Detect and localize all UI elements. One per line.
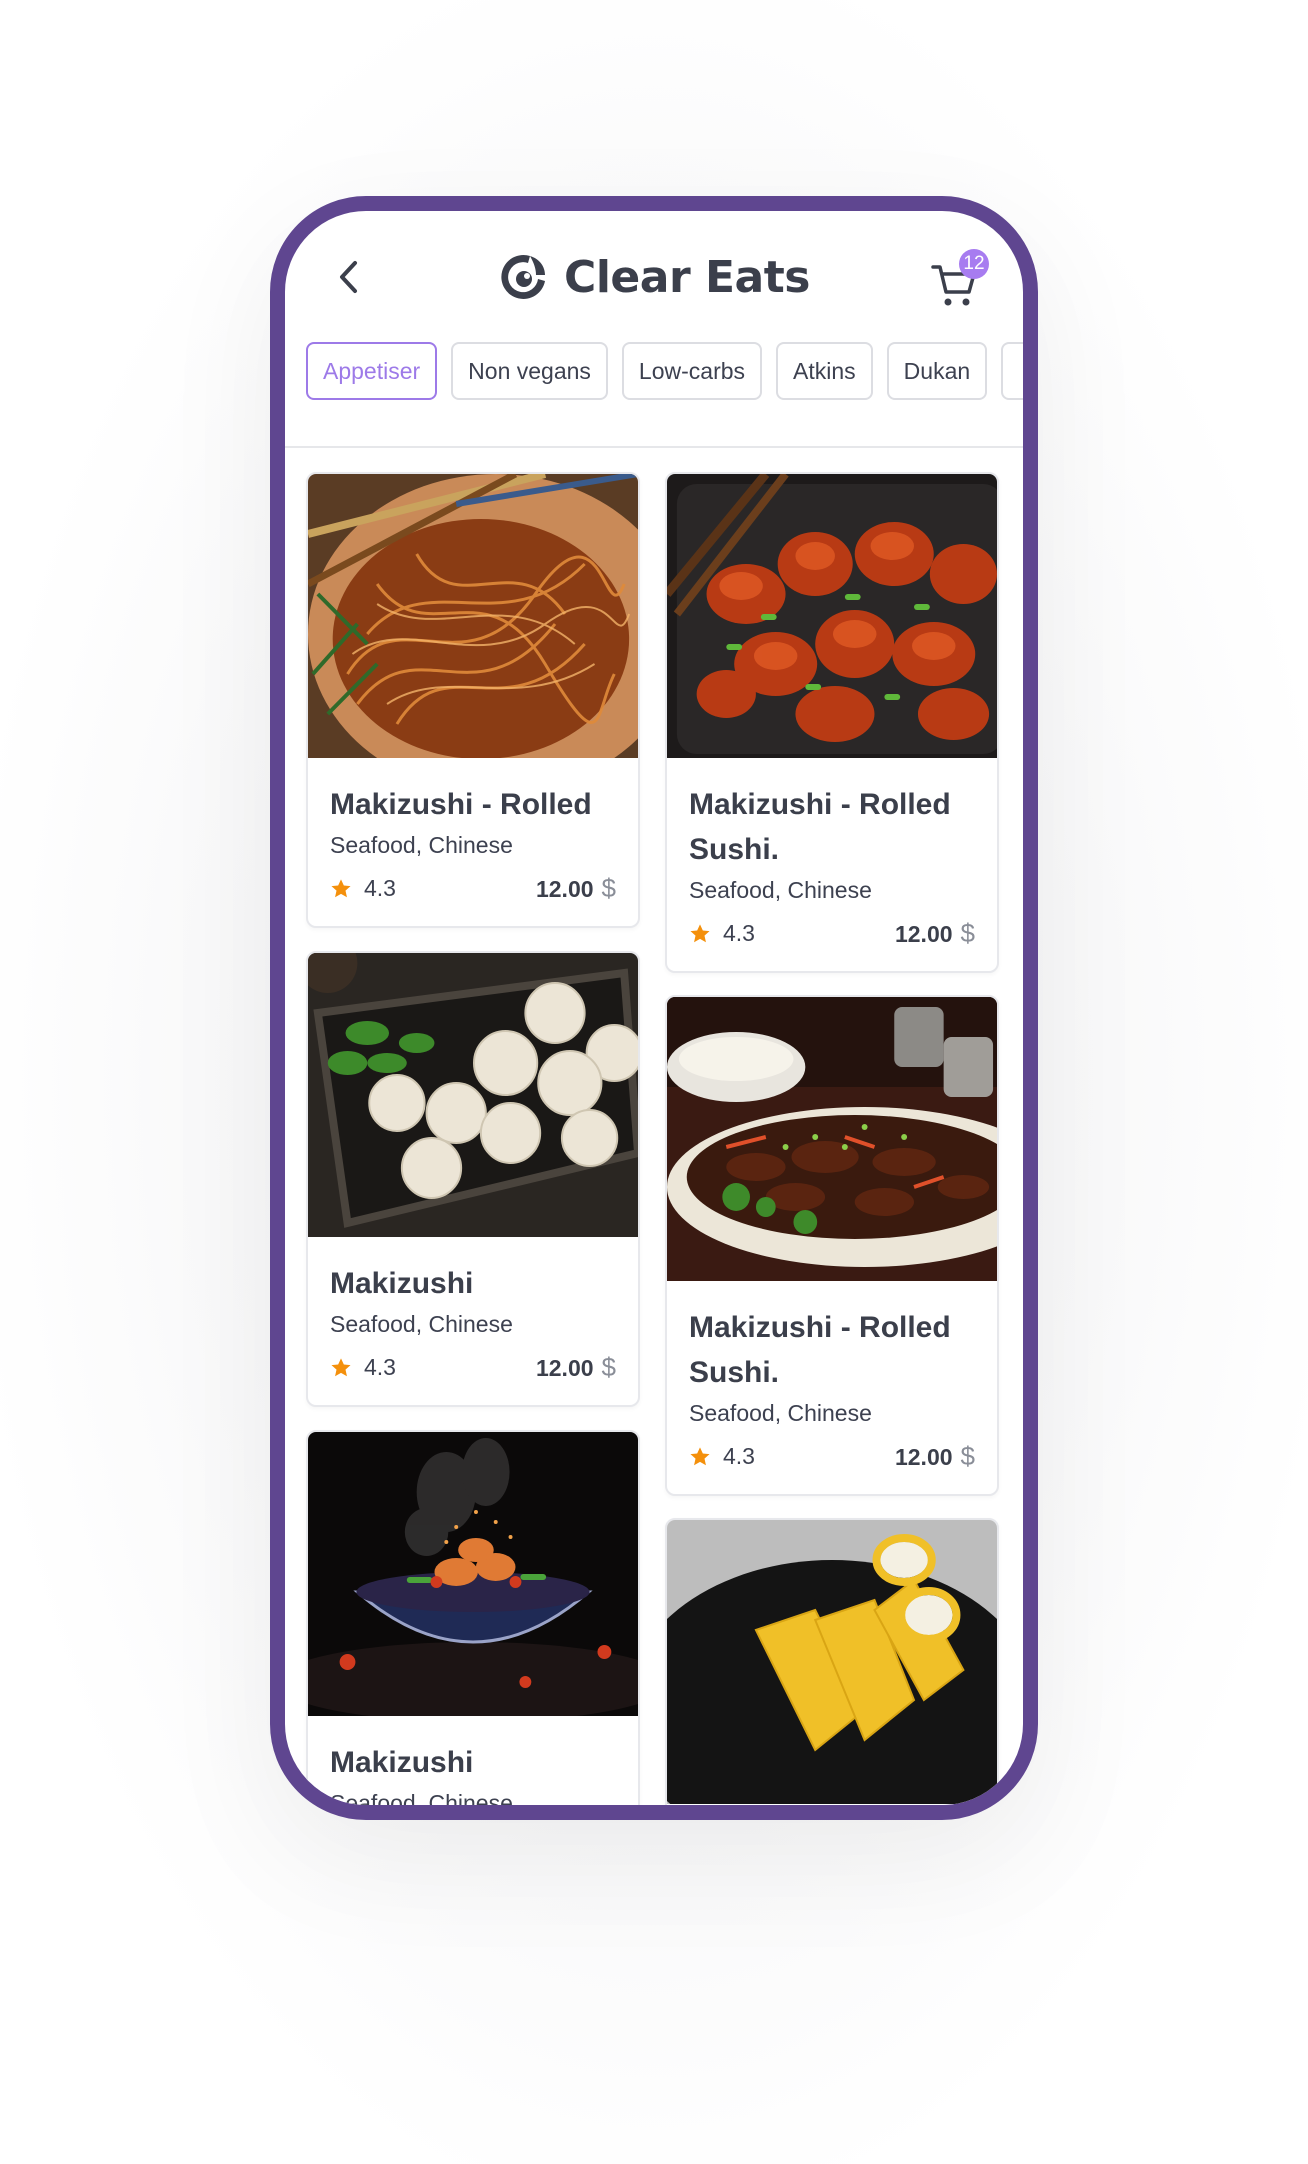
dumplings-image (308, 953, 638, 1237)
food-grid: Makizushi - Rolled Seafood, Chinese 4.3 … (306, 472, 1011, 1816)
crepe-rolls-image (667, 1520, 997, 1804)
rating-value: 4.3 (723, 920, 755, 946)
card-subtitle: Seafood, Chinese (689, 877, 872, 903)
brand: Clear Eats (285, 251, 1023, 303)
beef-image (667, 997, 997, 1281)
wok-bowl-image (308, 1432, 638, 1716)
card-subtitle: Seafood, Chinese (330, 1311, 513, 1337)
tab-appetiser[interactable]: Appetiser (306, 342, 438, 400)
price-value: 12.00 (894, 921, 953, 947)
phone-frame: Clear Eats 12 Appetiser Non vegans Low-c… (270, 196, 1038, 1820)
food-card[interactable]: Makizushi Seafood, Chinese (306, 1430, 640, 1816)
noodles-image (308, 474, 638, 758)
tab-atkins[interactable]: Atkins (776, 342, 873, 400)
card-title: Makizushi (330, 1746, 474, 1779)
tab-more[interactable] (1001, 342, 1023, 400)
card-body: Makizushi - Rolled Sushi. Seafood, Chine… (667, 758, 997, 971)
food-card[interactable]: Makizushi - Rolled Seafood, Chinese 4.3 … (306, 472, 640, 928)
rating: 4.3 (330, 875, 396, 902)
tabs-divider (285, 446, 1023, 448)
price-value: 12.00 (535, 876, 594, 902)
tab-dukan[interactable]: Dukan (886, 342, 988, 400)
card-body: Makizushi - Rolled Seafood, Chinese 4.3 … (308, 758, 638, 926)
card-title: Makizushi (330, 1267, 474, 1300)
card-subtitle: Seafood, Chinese (330, 1790, 513, 1816)
card-body: Makizushi Seafood, Chinese 4.3 12.00 $ (308, 1237, 638, 1405)
card-meta: 4.3 12.00 $ (330, 873, 616, 904)
food-card[interactable]: Makizushi - Rolled Sushi. Seafood, Chine… (665, 995, 999, 1496)
star-icon (690, 1446, 710, 1465)
rating-value: 4.3 (364, 875, 396, 901)
price: 12.00 $ (536, 873, 616, 904)
card-subtitle: Seafood, Chinese (330, 832, 513, 858)
card-body: Makizushi - Rolled Sushi. Seafood, Chine… (667, 1281, 997, 1494)
rating: 4.3 (689, 1443, 755, 1470)
card-title: Makizushi - Rolled Sushi. (689, 788, 951, 866)
currency-symbol: $ (601, 1352, 616, 1382)
currency-symbol: $ (601, 873, 616, 903)
currency-symbol: $ (960, 1441, 975, 1471)
card-meta: 4.3 12.00 $ (689, 918, 975, 949)
rating: 4.3 (689, 920, 755, 947)
tab-low-carbs[interactable]: Low-carbs (621, 342, 763, 400)
price-value: 12.00 (894, 1444, 953, 1470)
app-header: Clear Eats 12 (285, 211, 1023, 341)
card-meta: 4.3 12.00 $ (330, 1352, 616, 1383)
card-title: Makizushi - Rolled (330, 788, 592, 821)
category-tabs: Appetiser Non vegans Low-carbs Atkins Du… (306, 342, 1023, 400)
star-icon (690, 923, 710, 942)
price-value: 12.00 (535, 1355, 594, 1381)
rating-value: 4.3 (723, 1443, 755, 1469)
tab-non-vegans[interactable]: Non vegans (451, 342, 608, 400)
price: 12.00 $ (895, 918, 975, 949)
card-subtitle: Seafood, Chinese (689, 1400, 872, 1426)
food-card[interactable]: Makizushi - Rolled Sushi. Seafood, Chine… (665, 472, 999, 973)
logo-icon (501, 254, 546, 299)
rating-value: 4.3 (364, 1354, 396, 1380)
app-title: Clear Eats (564, 251, 810, 303)
cart-button[interactable]: 12 (929, 249, 989, 309)
star-icon (331, 878, 351, 897)
card-meta: 4.3 12.00 $ (689, 1441, 975, 1472)
rating: 4.3 (330, 1354, 396, 1381)
card-title: Makizushi - Rolled Sushi. (689, 1311, 951, 1389)
price: 12.00 $ (536, 1352, 616, 1383)
star-icon (331, 1357, 351, 1376)
food-card[interactable] (665, 1518, 999, 1805)
cart-count-badge: 12 (959, 249, 989, 279)
food-card[interactable]: Makizushi Seafood, Chinese 4.3 12.00 $ (306, 951, 640, 1407)
card-body: Makizushi Seafood, Chinese (308, 1716, 638, 1816)
price: 12.00 $ (895, 1441, 975, 1472)
currency-symbol: $ (960, 918, 975, 948)
chicken-image (667, 474, 997, 758)
